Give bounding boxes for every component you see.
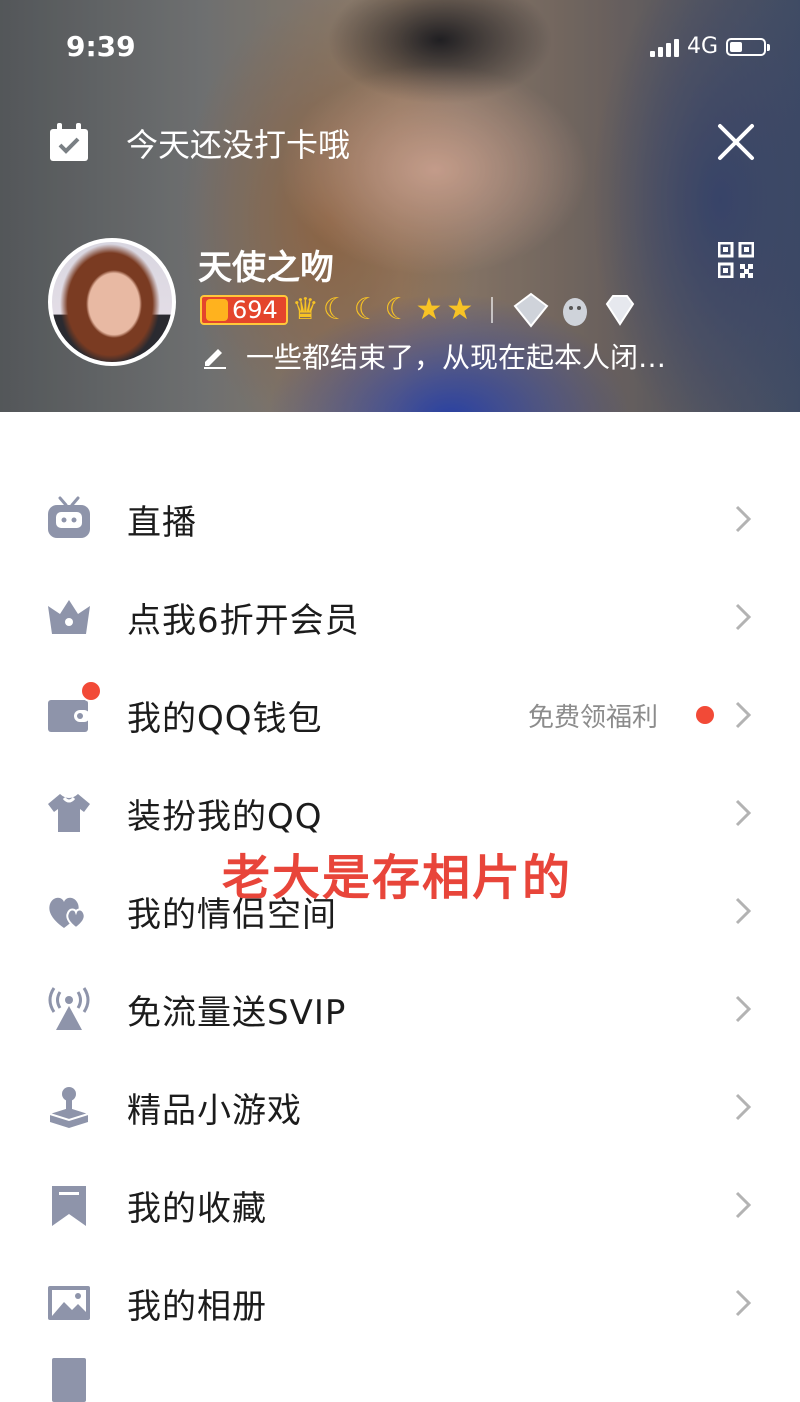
penguin-badge-icon	[563, 298, 588, 326]
signal-icon	[649, 37, 679, 57]
menu-item-label: 我的QQ钱包	[127, 698, 323, 739]
menu-item-free-svip[interactable]: 免流量送SVIP	[0, 960, 800, 1058]
calendar-check-icon	[50, 123, 88, 161]
menu-item-live[interactable]: 直播	[0, 470, 800, 568]
menu-item-label: 装扮我的QQ	[127, 796, 323, 837]
menu-item-label: 点我6折开会员	[127, 600, 360, 641]
qr-code-icon[interactable]	[718, 242, 754, 278]
nickname[interactable]: 天使之吻	[198, 240, 334, 289]
moon-icon: ☾	[384, 292, 412, 327]
chevron-right-icon	[735, 799, 752, 827]
network-type: 4G	[686, 34, 718, 59]
menu-item-vip[interactable]: 点我6折开会员	[0, 568, 800, 666]
close-icon[interactable]	[716, 122, 756, 162]
crown-icon: ♛	[291, 292, 319, 327]
diamond-badge-icon	[606, 295, 635, 326]
chevron-right-icon	[735, 1289, 752, 1317]
hearts-icon	[49, 897, 86, 930]
chevron-right-icon	[735, 603, 752, 631]
chevron-right-icon	[735, 505, 752, 533]
checkin-banner[interactable]: 今天还没打卡哦	[48, 120, 350, 166]
wallet-hint: 免费领福利	[527, 702, 658, 733]
chevron-right-icon	[735, 1191, 752, 1219]
menu-item-favorites[interactable]: 我的收藏	[0, 1156, 800, 1254]
menu-item-album[interactable]: 我的相册	[0, 1254, 800, 1352]
menu-item-label: 我的收藏	[127, 1188, 267, 1229]
status-time: 9:39	[66, 30, 136, 63]
broadcast-icon	[48, 987, 90, 1030]
menu-item-games[interactable]: 精品小游戏	[0, 1058, 800, 1156]
chevron-right-icon	[735, 1093, 752, 1121]
level-badges[interactable]: 694 ♛ ☾ ☾ ☾ ★ ★	[200, 292, 639, 328]
pencil-icon	[204, 349, 226, 369]
new-dot	[696, 706, 714, 724]
shirt-icon	[48, 794, 90, 832]
battery-icon	[726, 37, 770, 56]
signature[interactable]: 一些都结束了，从现在起本人闭…	[202, 336, 666, 376]
star-icon: ★	[446, 292, 474, 327]
chevron-right-icon	[735, 897, 752, 925]
moon-icon: ☾	[322, 292, 350, 327]
checkin-text: 今天还没打卡哦	[126, 126, 351, 164]
joystick-icon	[49, 1087, 89, 1128]
live-tv-icon	[48, 496, 90, 538]
avatar[interactable]	[48, 238, 176, 366]
menu-list: 直播 点我6折开会员 我的QQ钱包 免费领福利 装扮我的QQ 我的情侣空间 免流…	[0, 470, 800, 1402]
level-badge: 694	[200, 295, 288, 325]
vip-crown-icon	[48, 600, 90, 634]
file-icon	[52, 1358, 86, 1402]
signature-text: 一些都结束了，从现在起本人闭…	[246, 341, 667, 374]
bookmark-icon	[52, 1186, 86, 1226]
profile-header: 9:39 4G 今天还没打卡哦 天使之吻 694 ♛ ☾ ☾ ☾ ★ ★ 一些都…	[0, 0, 800, 412]
menu-item-wallet[interactable]: 我的QQ钱包 免费领福利	[0, 666, 800, 764]
chevron-right-icon	[735, 701, 752, 729]
menu-item-label: 精品小游戏	[127, 1090, 302, 1131]
badge-divider	[491, 297, 494, 323]
menu-item-label: 免流量送SVIP	[127, 992, 347, 1033]
vip-badge-icon	[513, 292, 549, 328]
menu-item-label: 直播	[127, 502, 197, 543]
status-indicators: 4G	[649, 34, 770, 59]
moon-icon: ☾	[353, 292, 381, 327]
level-number: 694	[232, 296, 278, 324]
flame-icon	[206, 299, 228, 321]
notification-dot	[80, 680, 102, 702]
photo-icon	[48, 1286, 90, 1320]
menu-item-label: 我的相册	[127, 1286, 267, 1327]
star-icon: ★	[415, 292, 443, 327]
watermark-caption: 老大是存相片的	[222, 850, 573, 906]
menu-item-partial[interactable]	[0, 1352, 800, 1402]
chevron-right-icon	[735, 995, 752, 1023]
